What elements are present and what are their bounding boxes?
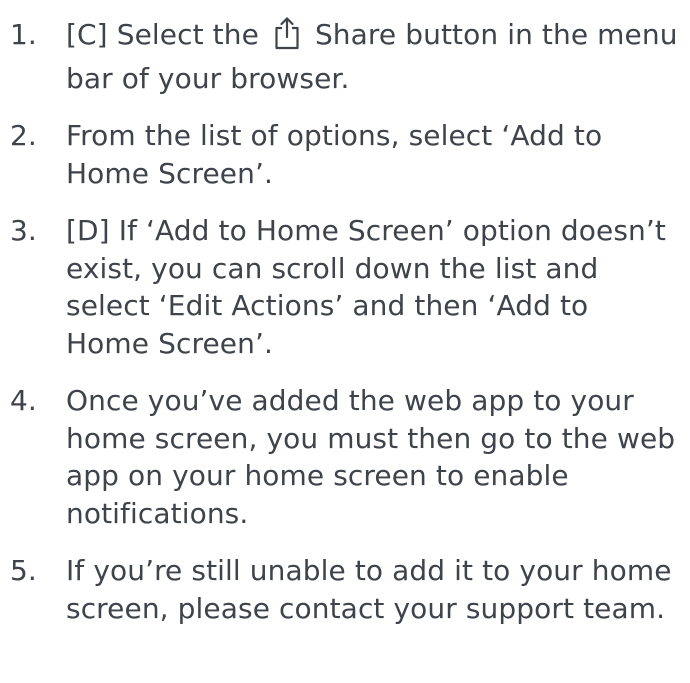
step-text-before-icon: [C] Select the xyxy=(66,18,268,51)
step-number: 2. xyxy=(10,119,37,152)
list-item-step-5: 5. If you’re still unable to add it to y… xyxy=(0,552,690,627)
step-number: 4. xyxy=(10,384,37,417)
step-number: 1. xyxy=(10,18,37,51)
step-text: [D] If ‘Add to Home Screen’ option doesn… xyxy=(66,214,666,360)
list-item-step-4: 4. Once you’ve added the web app to your… xyxy=(0,382,690,532)
step-text: Once you’ve added the web app to your ho… xyxy=(66,384,676,530)
list-item-step-2: 2. From the list of options, select ‘Add… xyxy=(0,117,690,192)
step-text: [C] Select the Share button in the menu … xyxy=(66,16,690,97)
step-number: 5. xyxy=(10,554,37,587)
list-item-step-1: 1. [C] Select the Share button in the me… xyxy=(0,16,690,97)
share-icon xyxy=(272,16,302,60)
instruction-list: 1. [C] Select the Share button in the me… xyxy=(0,0,690,627)
step-text: From the list of options, select ‘Add to… xyxy=(66,119,603,190)
step-text: If you’re still unable to add it to your… xyxy=(66,554,672,625)
step-number: 3. xyxy=(10,214,37,247)
list-item-step-3: 3. [D] If ‘Add to Home Screen’ option do… xyxy=(0,212,690,362)
